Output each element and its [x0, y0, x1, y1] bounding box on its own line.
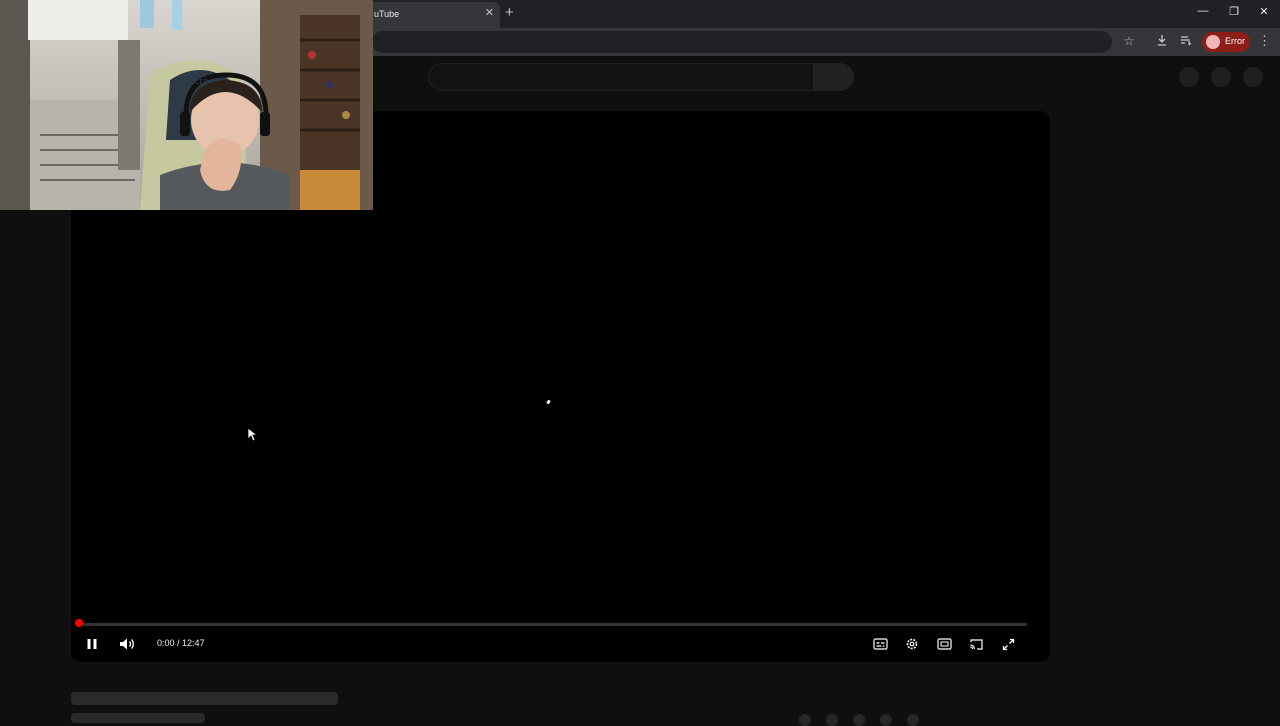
webcam-overlay: DXRACER	[0, 0, 373, 210]
cast-icon[interactable]	[967, 635, 985, 653]
fullscreen-exit-icon[interactable]	[999, 635, 1017, 653]
browser-menu-icon[interactable]: ⋮	[1258, 33, 1271, 49]
time-separator: /	[174, 638, 183, 648]
progress-bar[interactable]	[79, 623, 1027, 626]
download-icon[interactable]	[1154, 34, 1170, 49]
avatar	[1206, 35, 1220, 49]
volume-icon[interactable]	[117, 635, 137, 653]
duration: 12:47	[182, 638, 205, 648]
loading-spinner-icon	[546, 399, 551, 405]
subtitles-icon[interactable]	[871, 635, 889, 653]
minimize-button[interactable]: —	[1193, 5, 1213, 17]
account-avatar[interactable]	[1243, 67, 1263, 87]
mouse-cursor-icon	[247, 427, 259, 447]
pause-icon[interactable]	[83, 635, 101, 653]
action-placeholder	[826, 714, 838, 726]
profile-status-label: Error	[1225, 36, 1245, 46]
action-placeholder	[880, 714, 892, 726]
svg-text:DXRACER: DXRACER	[175, 78, 209, 86]
profile-error-button[interactable]: Error	[1202, 32, 1250, 52]
time-display: 0:00 / 12:47	[157, 638, 205, 648]
search-button[interactable]	[813, 63, 854, 91]
notifications-icon[interactable]	[1211, 67, 1231, 87]
action-placeholder	[907, 714, 919, 726]
action-placeholder	[799, 714, 811, 726]
create-icon[interactable]	[1179, 67, 1199, 87]
title-placeholder	[71, 692, 338, 705]
tab-title: uTube	[374, 9, 400, 19]
action-placeholder	[853, 714, 865, 726]
browser-tab[interactable]: uTube ✕	[360, 2, 500, 28]
channel-placeholder	[71, 713, 205, 723]
new-tab-button[interactable]: +	[505, 4, 514, 21]
scrubber-handle[interactable]	[75, 619, 83, 627]
settings-icon[interactable]	[903, 635, 921, 653]
miniplayer-icon[interactable]	[935, 635, 953, 653]
address-bar[interactable]	[372, 31, 1112, 53]
close-window-button[interactable]: ✕	[1254, 5, 1274, 18]
tab-close-icon[interactable]: ✕	[485, 6, 494, 19]
restore-button[interactable]: ❐	[1224, 5, 1244, 18]
star-icon[interactable]: ☆	[1121, 34, 1137, 48]
search-input[interactable]	[428, 63, 815, 91]
current-time: 0:00	[157, 638, 175, 648]
reading-list-icon[interactable]	[1178, 34, 1194, 49]
